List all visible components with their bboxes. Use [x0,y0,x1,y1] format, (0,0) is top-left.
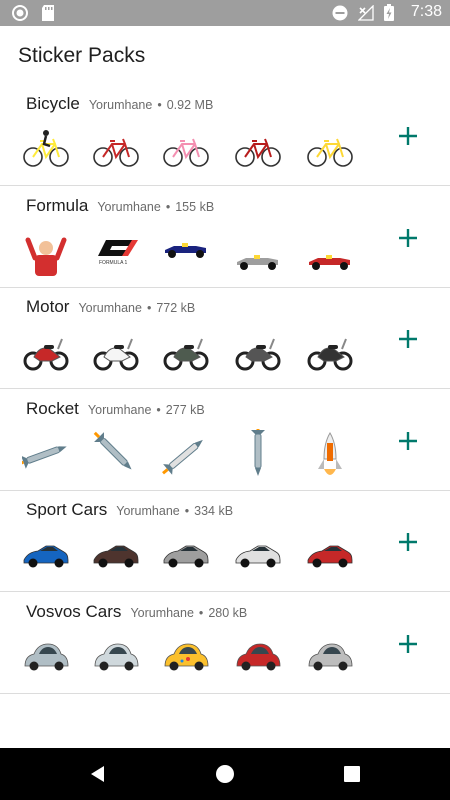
add-to-whatsapp-plus-icon[interactable] [396,632,420,656]
pack-name: Sport Cars [26,500,108,520]
pack-meta: Yorumhane • 0.92 MB [89,98,213,112]
battery-charging-icon [384,4,394,26]
bicycle-racer-sticker [22,124,70,174]
pack-name: Motor [26,297,70,317]
page-title: Sticker Packs [18,44,146,67]
pack-size: 155 kB [175,199,215,214]
add-to-whatsapp-plus-icon[interactable] [396,124,420,148]
bicycle-red-sticker [92,124,140,174]
sticker-pack-row[interactable]: Motor Yorumhane • 772 kB [0,287,450,390]
pack-size: 277 kB [165,402,205,417]
meta-separator: • [165,199,171,214]
driver-celebrating-sticker [22,226,70,276]
pack-meta: Yorumhane • 334 kB [116,504,233,518]
rocket-sticker [22,429,70,479]
sticker-pack-row[interactable]: Vosvos Cars Yorumhane • 280 kB [0,592,450,694]
pack-header: Bicycle Yorumhane • 0.92 MB [26,94,213,114]
motorcycle-sticker [306,327,354,377]
add-to-whatsapp-plus-icon[interactable] [396,226,420,250]
pack-name: Rocket [26,398,79,418]
meta-separator: • [184,504,190,519]
sticker-pack-row[interactable]: Sport Cars Yorumhane • 334 kB [0,490,450,593]
pack-meta: Yorumhane • 277 kB [88,403,205,417]
beetle-grey-sticker [22,632,70,682]
back-icon[interactable] [86,762,110,786]
sticker-preview-strip [22,327,367,377]
add-to-whatsapp-plus-icon[interactable] [396,429,420,453]
status-time: 7:38 [410,3,442,20]
add-to-whatsapp-plus-icon[interactable] [396,327,420,351]
pack-header: Rocket Yorumhane • 277 kB [26,399,205,419]
pack-header: Vosvos Cars Yorumhane • 280 kB [26,602,247,622]
pack-publisher: Yorumhane [116,504,180,519]
pack-size: 772 kB [156,301,196,316]
sports-car-red-sticker [306,530,354,580]
f1-logo-sticker: FORMULA 1 [92,226,140,276]
meta-separator: • [157,98,162,112]
sticker-preview-strip [22,124,367,174]
formula-car-sticker [306,226,354,276]
pack-size: 280 kB [208,606,248,620]
beetle-silver-sticker [306,632,354,682]
space-shuttle-sticker [306,429,354,479]
bicycle-city-sticker [234,124,282,174]
status-bar: 7:38 [0,0,450,26]
pack-meta: Yorumhane • 772 kB [78,301,195,315]
sticker-preview-strip [22,428,367,479]
beetle-red-sticker [234,632,282,682]
home-icon[interactable] [213,762,237,786]
sports-car-white-sticker [234,530,282,580]
no-signal-icon [357,3,374,26]
meta-separator: • [156,402,161,417]
rocket-sticker [234,428,282,479]
do-not-disturb-icon [332,5,348,26]
sports-car-blue-sticker [22,530,70,580]
scooter-sticker [92,327,140,377]
formula-car-sticker [234,226,282,276]
meta-separator: • [146,301,152,316]
add-to-whatsapp-plus-icon[interactable] [396,530,420,554]
sticker-preview-strip: FORMULA 1 [22,226,367,276]
meta-separator: • [198,606,204,620]
pack-publisher: Yorumhane [78,301,142,316]
pack-header: Formula Yorumhane • 155 kB [26,196,214,216]
sticker-pack-row[interactable]: Rocket Yorumhane • 277 kB [0,389,450,491]
pack-size: 0.92 MB [166,98,214,112]
pack-meta: Yorumhane • 155 kB [97,200,214,214]
pack-header: Motor Yorumhane • 772 kB [26,297,195,317]
pack-publisher: Yorumhane [88,98,153,112]
sticker-preview-strip [22,632,367,682]
pack-name: Formula [26,195,89,215]
bicycle-yellow-sticker [306,124,354,174]
sticker-pack-row[interactable]: Formula Yorumhane • 155 kB FORMULA 1 [0,186,450,288]
motorcycle-sticker [22,327,70,377]
sd-card-icon [41,5,55,26]
pack-name: Vosvos Cars [26,602,122,621]
rocket-sticker [162,429,210,479]
pack-publisher: Yorumhane [87,402,152,417]
svg-text:FORMULA 1: FORMULA 1 [99,260,128,266]
beetle-convertible-sticker [92,632,140,682]
sports-car-silver-sticker [162,530,210,580]
recents-icon[interactable] [340,762,364,786]
pack-meta: Yorumhane • 280 kB [130,606,247,620]
beetle-yellow-sticker [162,632,210,682]
notification-circle-icon [12,5,28,26]
pack-size: 334 kB [194,504,234,519]
sticker-preview-strip [22,530,367,580]
scooter-sticker [162,327,210,377]
motorcycle-sticker [234,327,282,377]
sticker-pack-row[interactable]: Bicycle Yorumhane • 0.92 MB [0,84,450,186]
pack-header: Sport Cars Yorumhane • 334 kB [26,500,233,520]
navigation-bar [0,748,450,800]
bicycle-pink-sticker [162,124,210,174]
rocket-sticker [92,429,140,479]
pack-name: Bicycle [26,94,80,113]
formula-car-sticker [162,226,210,276]
pack-publisher: Yorumhane [97,199,161,214]
pack-publisher: Yorumhane [130,606,194,620]
sports-car-black-sticker [92,530,140,580]
